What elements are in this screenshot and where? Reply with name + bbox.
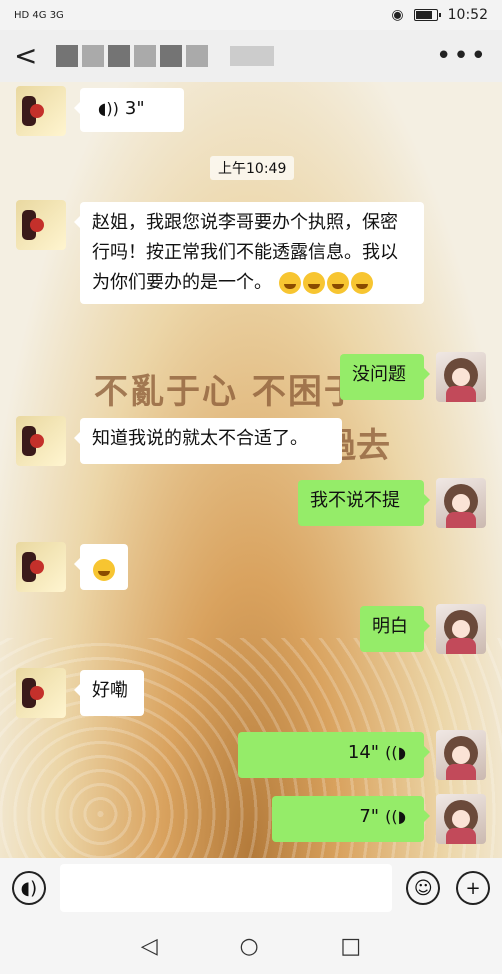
voice-icon: ◖))	[98, 99, 119, 118]
message-bubble[interactable]: 没问题	[340, 354, 430, 400]
plus-icon[interactable]: +	[456, 871, 490, 905]
message-bubble[interactable]: 我不说不提	[298, 480, 430, 526]
more-options-button[interactable]: •••	[436, 41, 488, 71]
avatar[interactable]	[436, 478, 486, 528]
emoji-icon	[302, 272, 325, 294]
voice-input-icon[interactable]: ◖)	[12, 871, 46, 905]
voice-message[interactable]: 14" ((◗	[238, 732, 430, 778]
system-navigation: ◁ ○ □	[0, 918, 502, 974]
chat-area[interactable]: 不亂于心 不困于 過去 ◖)) 3" 上午10:49 赵姐，我跟您说李哥要办个执照…	[0, 82, 502, 858]
voice-message[interactable]: 7" ((◗	[272, 796, 430, 842]
chat-header: < •••	[0, 30, 502, 82]
voice-message[interactable]: ◖)) 3"	[74, 88, 184, 132]
voice-icon: ((◗	[385, 807, 406, 826]
avatar[interactable]	[436, 794, 486, 844]
avatar[interactable]	[436, 352, 486, 402]
message-bubble[interactable]: 知道我说的就太不合适了。	[74, 418, 342, 464]
contact-sub-blurred	[230, 46, 274, 66]
message-bubble[interactable]: 好嘞	[74, 670, 144, 716]
status-bar: HD 4G 3G ◉ 10:52	[0, 0, 502, 30]
emoji-icon	[278, 272, 301, 294]
network-indicators: HD 4G 3G	[14, 9, 64, 21]
battery-icon	[413, 9, 441, 21]
emoji-icon[interactable]: ☺	[406, 871, 441, 905]
back-button[interactable]: <	[14, 42, 42, 70]
avatar[interactable]	[16, 542, 66, 592]
recent-square-icon[interactable]: □	[340, 934, 361, 959]
clock: 10:52	[447, 7, 488, 23]
emoji-message[interactable]	[74, 544, 128, 590]
message-input[interactable]	[59, 864, 393, 912]
voice-icon: ((◗	[385, 743, 406, 762]
input-bar: ◖) ☺ +	[0, 858, 502, 918]
message-bubble[interactable]: 明白	[360, 606, 430, 652]
background-watermark: 不亂于心 不困于	[94, 372, 360, 412]
eye-icon: ◉	[391, 7, 404, 23]
emoji-icon	[93, 559, 115, 581]
avatar[interactable]	[436, 604, 486, 654]
time-label: 上午10:49	[210, 156, 295, 180]
avatar[interactable]	[16, 416, 66, 466]
home-circle-icon[interactable]: ○	[239, 934, 258, 959]
emoji-icon	[326, 272, 349, 294]
avatar[interactable]	[16, 86, 66, 136]
avatar[interactable]	[436, 730, 486, 780]
avatar[interactable]	[16, 200, 66, 250]
avatar[interactable]	[16, 668, 66, 718]
back-triangle-icon[interactable]: ◁	[141, 934, 158, 959]
message-bubble[interactable]: 赵姐，我跟您说李哥要办个执照，保密行吗！按正常我们不能透露信息。我以为你们要办的…	[74, 202, 424, 304]
contact-name-blurred	[56, 45, 208, 67]
emoji-icon	[350, 272, 373, 294]
